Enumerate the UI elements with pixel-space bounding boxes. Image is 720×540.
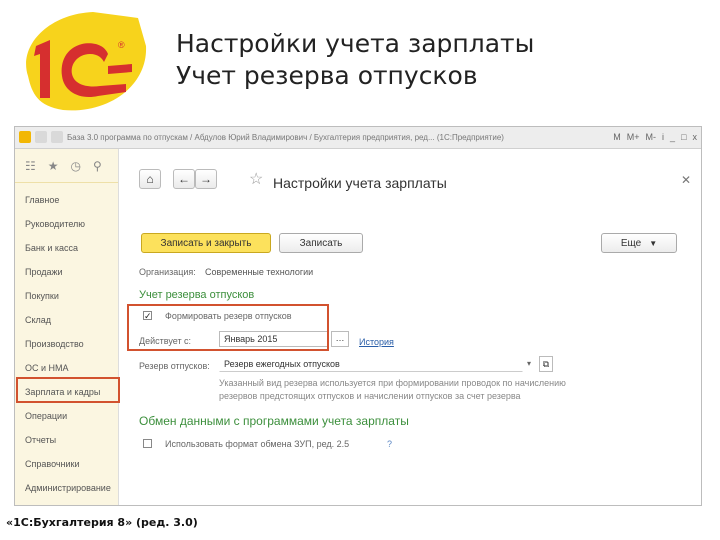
sidebar-tools: ☷ ★ ◷ ⚲ [15, 149, 118, 183]
close-form-icon[interactable]: ✕ [681, 173, 691, 187]
info-icon[interactable]: i [662, 132, 664, 142]
org-label: Организация: [139, 267, 196, 277]
slide-title-line2: Учет резерва отпусков [176, 61, 478, 90]
history-link[interactable]: История [359, 337, 394, 347]
reserve-hint-line1: Указанный вид резерва используется при ф… [219, 378, 566, 388]
logo-graphic [26, 12, 147, 111]
app-menu-icon[interactable] [19, 131, 31, 143]
sidebar-item-purchases[interactable]: Покупки [25, 291, 59, 301]
payroll-highlight [16, 377, 120, 403]
window-title: База 3.0 программа по отпускам / Абдулов… [67, 133, 504, 142]
maximize-icon[interactable]: □ [681, 132, 686, 142]
registered-mark: ® [118, 40, 125, 50]
slide-title-line1: Настройки учета зарплаты [176, 29, 535, 58]
minimize-icon[interactable]: _ [670, 132, 675, 142]
reserve-section-title: Учет резерва отпусков [139, 289, 255, 301]
sidebar-item-main[interactable]: Главное [25, 195, 59, 205]
favorite-star-icon[interactable]: ☆ [249, 169, 263, 189]
form-content: ⌂ ← → ☆ Настройки учета зарплаты ✕ Запис… [123, 149, 701, 505]
slide-caption: «1С:Бухгалтерия 8» (ред. 3.0) [6, 516, 198, 529]
home-button[interactable]: ⌂ [139, 169, 161, 189]
memory-icon[interactable]: M [613, 132, 621, 142]
favorites-star-icon[interactable]: ★ [48, 159, 59, 173]
search-icon[interactable]: ⚲ [93, 159, 102, 173]
sidebar-item-production[interactable]: Производство [25, 339, 84, 349]
grid-menu-icon[interactable]: ☷ [25, 159, 36, 173]
nav-forward-button[interactable]: → [195, 169, 217, 189]
save-button[interactable]: Записать [279, 233, 363, 253]
slide-title: Настройки учета зарплаты Учет резерва от… [176, 28, 534, 92]
sidebar-item-admin[interactable]: Администрирование [25, 483, 111, 493]
titlebar-right-icons: M M+ M- i _ □ x [613, 132, 697, 142]
memory-plus-icon[interactable]: M+ [627, 132, 640, 142]
sidebar-item-manager[interactable]: Руководителю [25, 219, 85, 229]
close-window-icon[interactable]: x [693, 132, 698, 142]
more-label: Еще [620, 237, 642, 249]
reserve-type-label: Резерв отпусков: [139, 361, 210, 371]
sidebar-item-bank[interactable]: Банк и касса [25, 243, 78, 253]
titlebar-icons [19, 131, 63, 143]
sidebar-item-warehouse[interactable]: Склад [25, 315, 51, 325]
use-format-checkbox[interactable] [143, 439, 152, 448]
home-icon: ⌂ [146, 172, 154, 186]
reserve-type-dropdown-icon[interactable]: ▾ [527, 359, 531, 368]
more-button[interactable]: Еще ▼ [601, 233, 677, 253]
sidebar-item-catalogs[interactable]: Справочники [25, 459, 80, 469]
nav-back-button[interactable]: ← [173, 169, 195, 189]
forward-icon[interactable] [51, 131, 63, 143]
back-icon[interactable] [35, 131, 47, 143]
memory-minus-icon[interactable]: M- [646, 132, 657, 142]
app-window: База 3.0 программа по отпускам / Абдулов… [14, 126, 702, 506]
window-titlebar: База 3.0 программа по отпускам / Абдулов… [15, 127, 701, 149]
arrow-right-icon: → [200, 172, 212, 186]
save-close-button[interactable]: Записать и закрыть [141, 233, 271, 253]
history-clock-icon[interactable]: ◷ [71, 159, 81, 173]
chevron-down-icon: ▼ [649, 238, 658, 248]
reserve-hint-line2: резервов предстоящих отпусков и начислен… [219, 391, 521, 401]
sidebar: ☷ ★ ◷ ⚲ Главное Руководителю Банк и касс… [15, 149, 120, 505]
sidebar-item-reports[interactable]: Отчеты [25, 435, 56, 445]
sidebar-item-assets[interactable]: ОС и НМА [25, 363, 69, 373]
sidebar-item-operations[interactable]: Операции [25, 411, 67, 421]
help-question-icon[interactable]: ? [387, 439, 392, 449]
reserve-type-select[interactable]: Резерв ежегодных отпусков [219, 356, 523, 372]
reserve-highlight [127, 304, 329, 351]
form-title: Настройки учета зарплаты [273, 175, 447, 191]
period-select-button[interactable]: … [331, 331, 349, 347]
sidebar-item-sales[interactable]: Продажи [25, 267, 63, 277]
exchange-section-title: Обмен данными с программами учета зарпла… [139, 414, 409, 428]
arrow-left-icon: ← [178, 172, 190, 186]
org-value[interactable]: Современные технологии [205, 267, 313, 277]
reserve-type-open-button[interactable]: ⧉ [539, 356, 553, 372]
logo-1c: ® [8, 6, 158, 116]
use-format-label: Использовать формат обмена ЗУП, ред. 2.5 [165, 439, 350, 449]
